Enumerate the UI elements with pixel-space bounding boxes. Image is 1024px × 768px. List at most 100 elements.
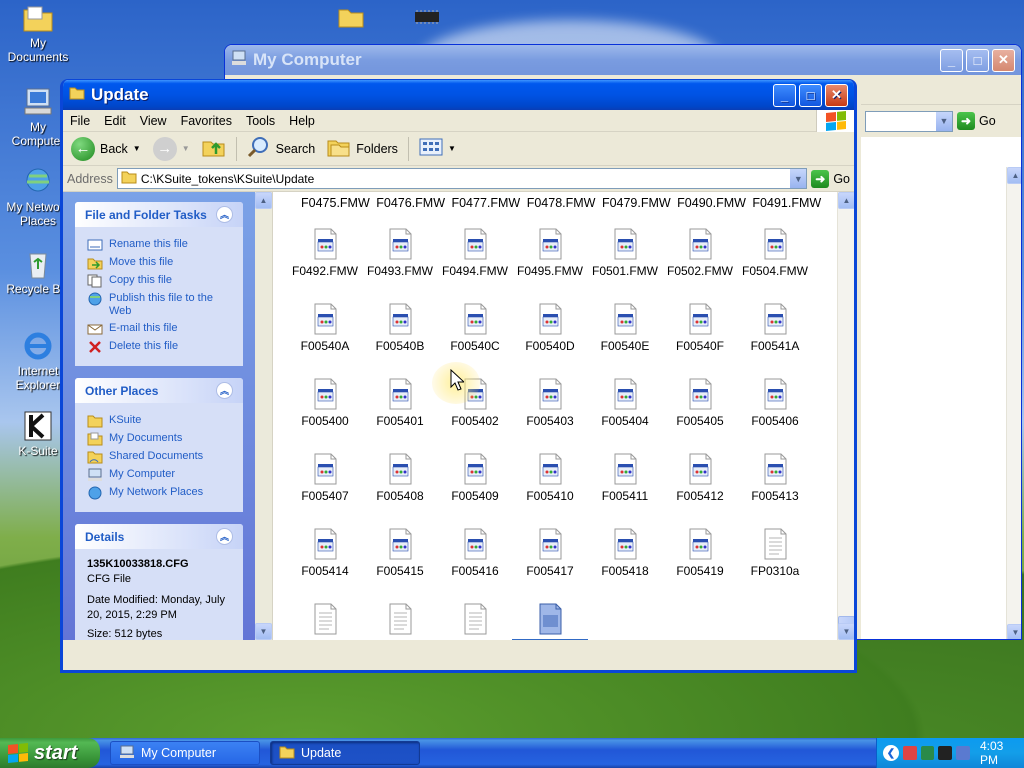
- file-item[interactable]: F005418: [587, 528, 663, 578]
- close-button[interactable]: ✕: [992, 48, 1015, 72]
- place-ksuite[interactable]: KSuite: [87, 414, 233, 428]
- file-item[interactable]: F0504.FMW: [737, 228, 813, 278]
- scroll-down-button[interactable]: ▼: [838, 623, 854, 640]
- file-item[interactable]: F005409: [437, 453, 513, 503]
- file-item[interactable]: F005411: [587, 453, 663, 503]
- file-item[interactable]: F005410: [512, 453, 588, 503]
- file-item[interactable]: F005403: [512, 378, 588, 428]
- views-button[interactable]: ▼: [415, 135, 460, 162]
- file-item[interactable]: F005419: [662, 528, 738, 578]
- address-dropdown[interactable]: ▼: [935, 111, 952, 131]
- chip-icon[interactable]: [412, 8, 442, 29]
- go-button[interactable]: ➜ Go: [957, 112, 996, 130]
- publish-web-link[interactable]: Publish this file to the Web: [87, 292, 233, 318]
- scroll-down-button[interactable]: ▼: [255, 623, 272, 640]
- file-item[interactable]: FP0310a: [737, 528, 813, 578]
- volume-icon[interactable]: [956, 746, 970, 760]
- minimize-button[interactable]: _: [773, 83, 796, 107]
- address-dropdown[interactable]: ▼: [789, 169, 807, 188]
- file-item[interactable]: F005407: [287, 453, 363, 503]
- maximize-button[interactable]: □: [966, 48, 989, 72]
- menu-tools[interactable]: Tools: [239, 114, 282, 128]
- scroll-up-button[interactable]: ▲: [838, 192, 854, 209]
- place-my-computer[interactable]: My Computer: [87, 468, 233, 482]
- search-button[interactable]: Search: [243, 134, 320, 163]
- vertical-scrollbar[interactable]: ▲ ▼: [837, 192, 854, 640]
- file-item[interactable]: F005417: [512, 528, 588, 578]
- scroll-up-button[interactable]: ▲: [255, 192, 272, 209]
- rename-file-link[interactable]: Rename this file: [87, 238, 233, 252]
- file-item[interactable]: F005413: [737, 453, 813, 503]
- file-item[interactable]: F005414: [287, 528, 363, 578]
- file-item[interactable]: F005416: [437, 528, 513, 578]
- start-button[interactable]: start: [0, 738, 100, 768]
- collapse-icon[interactable]: ︽: [216, 382, 233, 399]
- file-item[interactable]: F0494.FMW: [437, 228, 513, 278]
- file-item[interactable]: F005404: [587, 378, 663, 428]
- file-item[interactable]: FP0310b: [287, 603, 363, 640]
- up-folder-button[interactable]: [198, 134, 230, 163]
- collapse-icon[interactable]: ︽: [216, 528, 233, 545]
- file-item[interactable]: F0493.FMW: [362, 228, 438, 278]
- title-bar[interactable]: Update _ □ ✕: [63, 80, 854, 110]
- file-item[interactable]: FP0314a: [437, 603, 513, 640]
- menu-file[interactable]: File: [63, 114, 97, 128]
- menu-favorites[interactable]: Favorites: [174, 114, 239, 128]
- copy-file-link[interactable]: Copy this file: [87, 274, 233, 288]
- security-alert-icon[interactable]: [902, 746, 917, 760]
- file-item[interactable]: F005400: [287, 378, 363, 428]
- desktop-folder-icon[interactable]: [338, 6, 364, 31]
- file-item[interactable]: F0492.FMW: [287, 228, 363, 278]
- taskbar-button-my-computer[interactable]: My Computer: [110, 741, 260, 765]
- file-item[interactable]: FP0310c: [362, 603, 438, 640]
- file-item[interactable]: F00541A: [737, 303, 813, 353]
- file-item[interactable]: F0502.FMW: [662, 228, 738, 278]
- file-item[interactable]: F005405: [662, 378, 738, 428]
- file-item[interactable]: F00540B: [362, 303, 438, 353]
- place-my-network[interactable]: My Network Places: [87, 486, 233, 500]
- minimize-button[interactable]: _: [940, 48, 963, 72]
- menu-view[interactable]: View: [133, 114, 174, 128]
- file-item[interactable]: F005415: [362, 528, 438, 578]
- address-input[interactable]: C:\KSuite_tokens\KSuite\Update ▼: [116, 168, 808, 189]
- panel-header[interactable]: Other Places ︽: [75, 378, 243, 403]
- back-button[interactable]: ← Back ▼: [67, 135, 145, 163]
- file-item[interactable]: F00540D: [512, 303, 588, 353]
- menu-help[interactable]: Help: [282, 114, 322, 128]
- scroll-up-button[interactable]: ▲: [1007, 167, 1021, 184]
- network-status-icon[interactable]: [920, 746, 935, 760]
- file-item[interactable]: F0495.FMW: [512, 228, 588, 278]
- go-button[interactable]: ➜ Go: [811, 169, 850, 188]
- file-item[interactable]: F00540E: [587, 303, 663, 353]
- file-item[interactable]: 135K100338: [512, 603, 588, 640]
- panel-header[interactable]: File and Folder Tasks ︽: [75, 202, 243, 227]
- collapse-icon[interactable]: ︽: [216, 206, 233, 223]
- desktop-icon-my-documents[interactable]: My Documents: [0, 2, 76, 64]
- place-my-documents[interactable]: My Documents: [87, 432, 233, 446]
- file-item[interactable]: F005406: [737, 378, 813, 428]
- file-item[interactable]: F005401: [362, 378, 438, 428]
- file-item[interactable]: F00540C: [437, 303, 513, 353]
- place-shared-documents[interactable]: Shared Documents: [87, 450, 233, 464]
- maximize-button[interactable]: □: [799, 83, 822, 107]
- title-bar[interactable]: My Computer _ □ ✕: [225, 45, 1021, 75]
- taskbar-button-update[interactable]: Update: [270, 741, 420, 765]
- monitor-icon[interactable]: [938, 746, 953, 760]
- email-file-link[interactable]: E-mail this file: [87, 322, 233, 336]
- menu-edit[interactable]: Edit: [97, 114, 133, 128]
- file-item[interactable]: F005412: [662, 453, 738, 503]
- move-file-link[interactable]: Move this file: [87, 256, 233, 270]
- pane-divider[interactable]: ▲ ▼: [255, 192, 273, 640]
- file-item[interactable]: F005408: [362, 453, 438, 503]
- file-item[interactable]: F00540F: [662, 303, 738, 353]
- scroll-down-button[interactable]: ▼: [1007, 624, 1021, 639]
- close-button[interactable]: ✕: [825, 83, 848, 107]
- chevron-down-icon[interactable]: ▼: [133, 144, 141, 153]
- file-item[interactable]: F0501.FMW: [587, 228, 663, 278]
- forward-button[interactable]: → ▼: [149, 135, 194, 163]
- show-hidden-icons-button[interactable]: ❮: [883, 745, 899, 761]
- vertical-scrollbar[interactable]: ▲ ▼: [1006, 167, 1021, 639]
- panel-header[interactable]: Details ︽: [75, 524, 243, 549]
- folders-button[interactable]: Folders: [323, 134, 402, 163]
- file-item[interactable]: F00540A: [287, 303, 363, 353]
